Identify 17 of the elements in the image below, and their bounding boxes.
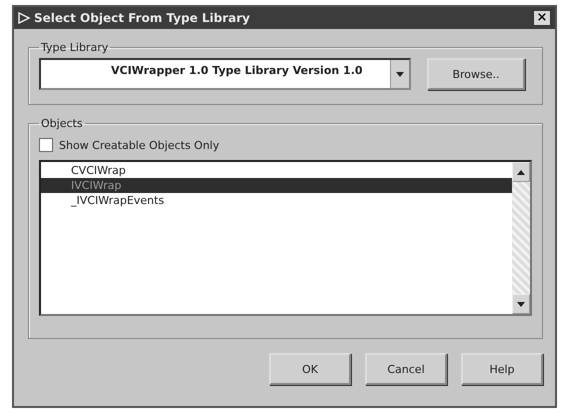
app-icon [18,12,30,24]
type-library-dropdown[interactable]: VCIWrapper 1.0 Type Library Version 1.0 [39,58,411,90]
group-label: Type Library [40,41,110,54]
scrollbar[interactable] [512,162,530,314]
group-label: Objects [40,117,84,130]
dialog-button[interactable]: Cancel [365,353,447,385]
scroll-down-icon [517,302,525,306]
scroll-up-icon [517,170,525,174]
dropdown-arrow-icon [396,72,404,76]
list-item[interactable]: IVCIWrap [41,178,512,193]
close-button[interactable]: × [533,10,551,26]
checkbox-label: Show Creatable Objects Only [59,138,220,152]
browse-button[interactable]: Browse.. [427,58,525,90]
dialog-button[interactable]: OK [269,353,351,385]
window-title: Select Object From Type Library [34,11,251,25]
checkbox[interactable] [39,138,53,152]
dialog-button[interactable]: Help [461,353,543,385]
